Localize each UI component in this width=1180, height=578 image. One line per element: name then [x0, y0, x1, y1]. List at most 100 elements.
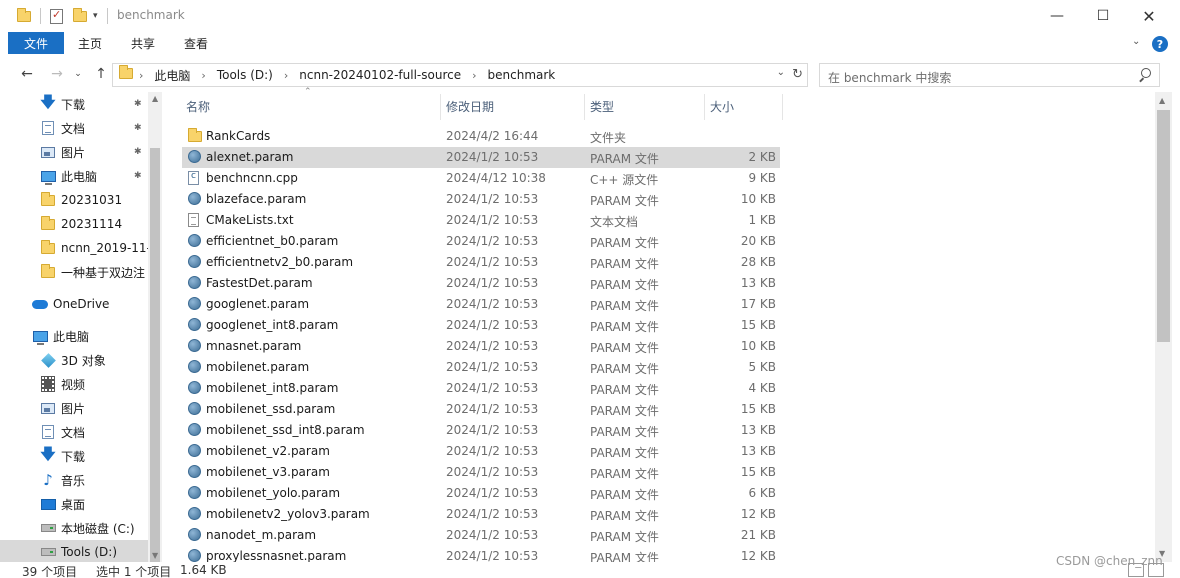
- file-type: PARAM 文件: [590, 278, 659, 292]
- file-name: efficientnetv2_b0.param: [206, 255, 354, 269]
- param-file-icon: [188, 192, 202, 206]
- param-file-icon: [188, 528, 202, 542]
- file-name: mobilenet_ssd.param: [206, 402, 336, 416]
- param-file-icon: [188, 297, 202, 311]
- file-modified-date: 2024/1/2 10:53: [446, 339, 539, 353]
- file-modified-date: 2024/1/2 10:53: [446, 276, 539, 290]
- param-file-icon: [188, 318, 202, 332]
- file-modified-date: 2024/4/12 10:38: [446, 171, 546, 185]
- file-row[interactable]: googlenet.param 2024/1/2 10:53 PARAM 文件 17 …: [182, 294, 780, 315]
- file-modified-date: 2024/1/2 10:53: [446, 192, 539, 206]
- param-file-icon: [188, 465, 202, 479]
- file-type: PARAM 文件: [590, 551, 659, 562]
- file-row[interactable]: proxylessnasnet.param 2024/1/2 10:53 PARAM…: [182, 546, 780, 562]
- file-size: 17 KB: [740, 297, 776, 311]
- file-name: mobilenet_yolo.param: [206, 486, 341, 500]
- file-modified-date: 2024/1/2 10:53: [446, 486, 539, 500]
- file-name: mobilenet.param: [206, 360, 310, 374]
- watermark: CSDN @chen_znn: [1056, 554, 1163, 568]
- file-row[interactable]: CMakeLists.txt 2024/1/2 10:53 文本文档 1 KB: [182, 210, 780, 231]
- file-list-scrollbar[interactable]: ▲ ▼: [1155, 92, 1172, 562]
- param-file-icon: [188, 402, 202, 416]
- file-size: 15 KB: [740, 402, 776, 416]
- file-type: PARAM 文件: [590, 446, 659, 460]
- param-file-icon: [188, 507, 202, 521]
- file-modified-date: 2024/1/2 10:53: [446, 318, 539, 332]
- file-size: 28 KB: [740, 255, 776, 269]
- file-name: mobilenet_int8.param: [206, 381, 339, 395]
- file-row[interactable]: mobilenet_yolo.param 2024/1/2 10:53 PARAM …: [182, 483, 780, 504]
- item-count: 39 个项目: [22, 565, 78, 578]
- file-type: PARAM 文件: [590, 152, 659, 166]
- param-file-icon: [188, 234, 202, 248]
- file-row[interactable]: FastestDet.param 2024/1/2 10:53 PARAM 文件 13…: [182, 273, 780, 294]
- file-modified-date: 2024/1/2 10:53: [446, 549, 539, 562]
- file-name: mobilenetv2_yolov3.param: [206, 507, 370, 521]
- file-name: nanodet_m.param: [206, 528, 317, 542]
- file-name: blazeface.param: [206, 192, 307, 206]
- file-modified-date: 2024/4/2 16:44: [446, 129, 539, 143]
- file-row[interactable]: mobilenet_ssd_int8.param 2024/1/2 10:53 PA…: [182, 420, 780, 441]
- file-row[interactable]: mobilenet_int8.param 2024/1/2 10:53 PARAM …: [182, 378, 780, 399]
- param-file-icon: [188, 276, 202, 290]
- file-row[interactable]: RankCards 2024/4/2 16:44 文件夹: [182, 126, 780, 147]
- file-type: PARAM 文件: [590, 530, 659, 544]
- file-row[interactable]: mobilenetv2_yolov3.param 2024/1/2 10:53 PA…: [182, 504, 780, 525]
- file-modified-date: 2024/1/2 10:53: [446, 528, 539, 542]
- file-size: 12 KB: [740, 549, 776, 562]
- file-size: 6 KB: [748, 486, 776, 500]
- file-row[interactable]: efficientnet_b0.param 2024/1/2 10:53 PARAM…: [182, 231, 780, 252]
- param-file-icon: [188, 255, 202, 269]
- file-size: 20 KB: [740, 234, 776, 248]
- file-type: PARAM 文件: [590, 404, 659, 418]
- file-row[interactable]: mnasnet.param 2024/1/2 10:53 PARAM 文件 10 KB: [182, 336, 780, 357]
- file-row[interactable]: mobilenet_ssd.param 2024/1/2 10:53 PARAM 文…: [182, 399, 780, 420]
- file-name: benchncnn.cpp: [206, 171, 298, 185]
- file-name: CMakeLists.txt: [206, 213, 294, 227]
- file-type: PARAM 文件: [590, 236, 659, 250]
- file-type: PARAM 文件: [590, 257, 659, 271]
- file-modified-date: 2024/1/2 10:53: [446, 381, 539, 395]
- file-row[interactable]: googlenet_int8.param 2024/1/2 10:53 PARAM …: [182, 315, 780, 336]
- file-row[interactable]: mobilenet_v3.param 2024/1/2 10:53 PARAM 文件…: [182, 462, 780, 483]
- file-modified-date: 2024/1/2 10:53: [446, 360, 539, 374]
- file-type: C++ 源文件: [590, 173, 659, 187]
- file-modified-date: 2024/1/2 10:53: [446, 423, 539, 437]
- selection-count: 选中 1 个项目: [96, 565, 172, 578]
- param-file-icon: [188, 423, 202, 437]
- file-row[interactable]: blazeface.param 2024/1/2 10:53 PARAM 文件 10 …: [182, 189, 780, 210]
- file-type: PARAM 文件: [590, 299, 659, 313]
- file-list-scroll-thumb[interactable]: [1157, 110, 1170, 342]
- file-size: 9 KB: [748, 171, 776, 185]
- file-name: efficientnet_b0.param: [206, 234, 339, 248]
- file-type: PARAM 文件: [590, 194, 659, 208]
- file-row[interactable]: mobilenet_v2.param 2024/1/2 10:53 PARAM 文件…: [182, 441, 780, 462]
- file-size: 13 KB: [740, 423, 776, 437]
- file-type: PARAM 文件: [590, 509, 659, 523]
- param-file-icon: [188, 486, 202, 500]
- text-file-icon: [188, 213, 202, 227]
- selection-size: 1.64 KB: [180, 563, 227, 577]
- file-row[interactable]: efficientnetv2_b0.param 2024/1/2 10:53 PAR…: [182, 252, 780, 273]
- param-file-icon: [188, 339, 202, 353]
- file-type: PARAM 文件: [590, 320, 659, 334]
- file-row[interactable]: alexnet.param 2024/1/2 10:53 PARAM 文件 2 KB: [182, 147, 780, 168]
- file-row[interactable]: benchncnn.cpp 2024/4/12 10:38 C++ 源文件 9 KB: [182, 168, 780, 189]
- file-size: 15 KB: [740, 465, 776, 479]
- file-name: proxylessnasnet.param: [206, 549, 347, 562]
- file-type: PARAM 文件: [590, 425, 659, 439]
- file-name: mobilenet_v2.param: [206, 444, 330, 458]
- file-modified-date: 2024/1/2 10:53: [446, 444, 539, 458]
- file-row[interactable]: mobilenet.param 2024/1/2 10:53 PARAM 文件 5 K…: [182, 357, 780, 378]
- file-modified-date: 2024/1/2 10:53: [446, 465, 539, 479]
- file-size: 10 KB: [740, 339, 776, 353]
- file-row[interactable]: nanodet_m.param 2024/1/2 10:53 PARAM 文件 21 …: [182, 525, 780, 546]
- file-name: mobilenet_ssd_int8.param: [206, 423, 365, 437]
- file-size: 21 KB: [740, 528, 776, 542]
- folder-icon: [188, 128, 202, 143]
- file-type: PARAM 文件: [590, 488, 659, 502]
- param-file-icon: [188, 549, 202, 562]
- param-file-icon: [188, 444, 202, 458]
- file-modified-date: 2024/1/2 10:53: [446, 507, 539, 521]
- file-type: PARAM 文件: [590, 362, 659, 376]
